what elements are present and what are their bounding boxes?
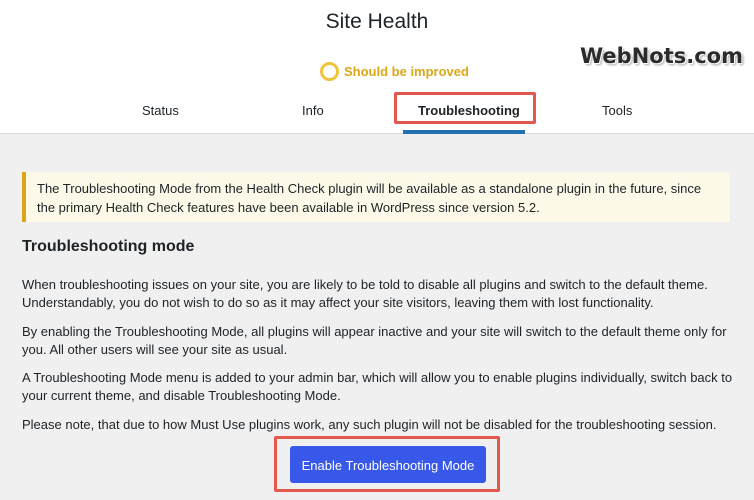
tab-highlight-box — [394, 92, 536, 124]
webnots-watermark-logo: WebNots.com — [580, 44, 743, 68]
paragraph-admin-bar: A Troubleshooting Mode menu is added to … — [22, 370, 733, 403]
tab-bar: Status Info Troubleshooting Tools — [0, 95, 754, 134]
tab-tools[interactable]: Tools — [602, 103, 632, 118]
enable-troubleshooting-mode-button[interactable]: Enable Troubleshooting Mode — [290, 446, 486, 483]
health-status: Should be improved — [320, 62, 469, 81]
status-text: Should be improved — [344, 64, 469, 79]
section-heading: Troubleshooting mode — [22, 238, 195, 255]
site-health-header: Site Health WebNots.com Should be improv… — [0, 0, 754, 134]
paragraph-enabling: By enabling the Troubleshooting Mode, al… — [22, 324, 727, 357]
tab-info[interactable]: Info — [302, 103, 324, 118]
tab-status[interactable]: Status — [142, 103, 179, 118]
paragraph-intro: When troubleshooting issues on your site… — [22, 277, 708, 310]
standalone-plugin-notice: The Troubleshooting Mode from the Health… — [22, 172, 730, 222]
active-tab-underline — [403, 130, 525, 134]
paragraph-must-use-note: Please note, that due to how Must Use pl… — [22, 417, 717, 432]
page-title: Site Health — [325, 10, 429, 33]
status-ring-icon — [320, 62, 339, 81]
